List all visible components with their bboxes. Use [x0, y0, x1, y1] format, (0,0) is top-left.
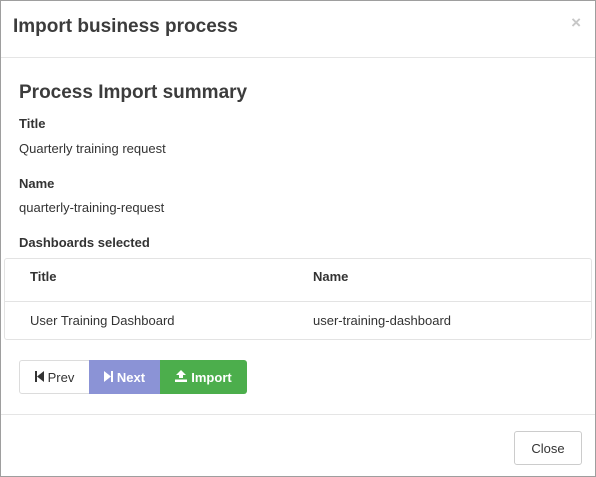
name-value: quarterly-training-request	[19, 200, 165, 215]
name-label: Name	[19, 176, 55, 191]
modal-header: Import business process ×	[1, 1, 595, 58]
summary-heading: Process Import summary	[19, 82, 248, 103]
import-button[interactable]: Import	[160, 360, 247, 394]
prev-label: Prev	[47, 369, 75, 385]
column-header-name: Name	[313, 269, 349, 284]
next-button[interactable]: Next	[89, 360, 160, 394]
import-process-modal: Import business process × Process Import…	[0, 0, 596, 477]
modal-footer: Close	[1, 414, 595, 476]
next-label: Next	[116, 369, 146, 385]
close-button[interactable]: Close	[514, 431, 582, 465]
close-icon[interactable]: ×	[571, 13, 581, 33]
dashboards-table: Title Name User Training Dashboard user-…	[4, 258, 592, 340]
import-label: Import	[191, 369, 232, 385]
row-name-cell: user-training-dashboard	[313, 313, 452, 328]
modal-title: Import business process	[13, 16, 238, 37]
column-header-title: Title	[30, 269, 57, 284]
upload-icon	[175, 369, 188, 385]
step-backward-icon	[34, 370, 44, 385]
prev-button[interactable]: Prev	[19, 360, 90, 394]
step-forward-icon	[103, 370, 113, 385]
header-divider	[5, 301, 591, 302]
dashboards-selected-label: Dashboards selected	[19, 235, 150, 250]
row-title-cell: User Training Dashboard	[30, 313, 175, 328]
title-label: Title	[19, 116, 46, 131]
title-value: Quarterly training request	[19, 141, 166, 156]
